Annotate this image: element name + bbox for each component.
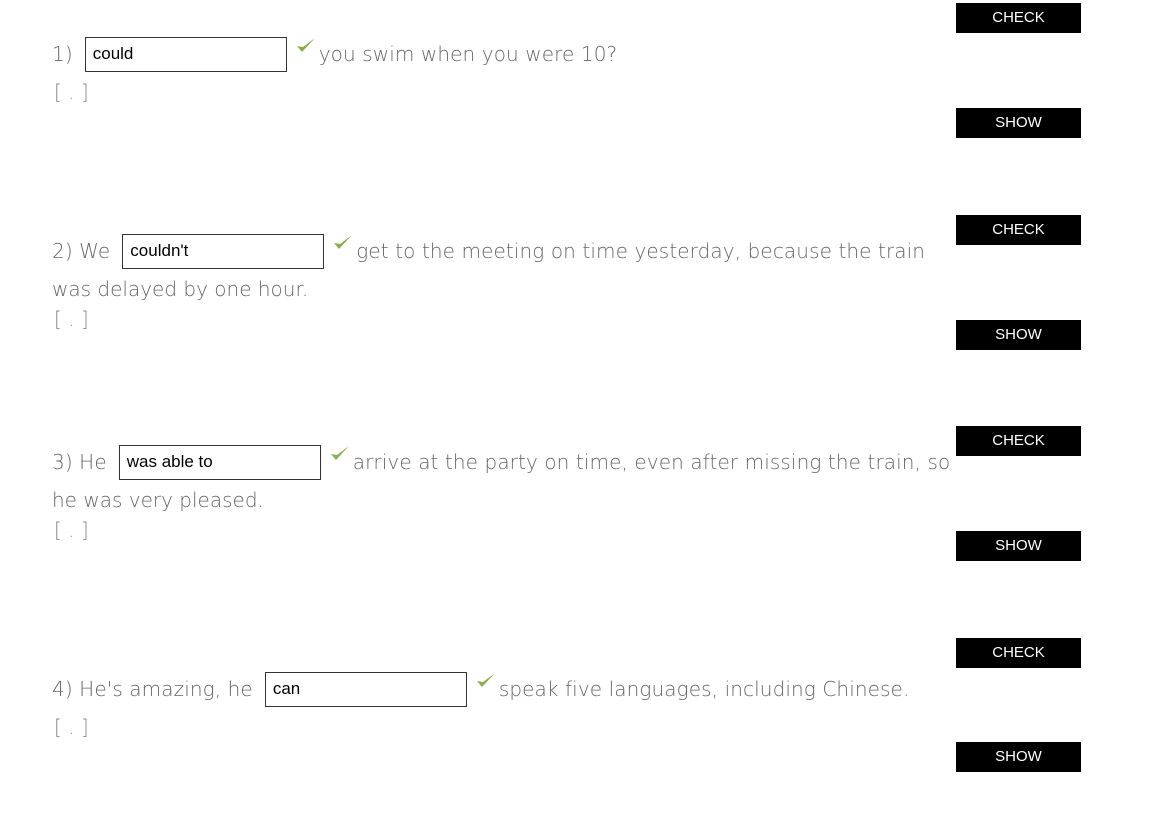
question-3-line: 3) He arrive at the party on time, even … — [52, 444, 950, 480]
correct-check-icon — [295, 35, 317, 57]
question-2-continuation: was delayed by one hour. — [52, 277, 309, 301]
question-1-suffix: you swim when you were 10? — [318, 42, 618, 66]
question-4-line: 4) He's amazing, he speak five languages… — [52, 671, 909, 707]
question-2-prefix: 2) We — [52, 239, 111, 263]
question-4-hint[interactable]: [ . ] — [54, 715, 89, 739]
question-2-show-button[interactable]: SHOW — [956, 320, 1081, 350]
question-2-line: 2) We get to the meeting on time yesterd… — [52, 233, 925, 269]
question-4-answer-input[interactable] — [264, 671, 467, 707]
question-3-hint[interactable]: [ . ] — [54, 518, 89, 542]
correct-check-icon — [332, 232, 354, 254]
question-1-show-button[interactable]: SHOW — [956, 108, 1081, 138]
correct-check-icon — [475, 670, 497, 692]
question-4-check-button[interactable]: CHECK — [956, 638, 1081, 668]
question-3-continuation: he was very pleased. — [52, 488, 264, 512]
question-1-prefix: 1) — [52, 42, 73, 66]
question-1-hint[interactable]: [ . ] — [54, 80, 89, 104]
question-2-suffix: get to the meeting on time yesterday, be… — [356, 239, 926, 263]
question-3-check-button[interactable]: CHECK — [956, 426, 1081, 456]
question-2-hint[interactable]: [ . ] — [54, 307, 89, 331]
correct-check-icon — [329, 443, 351, 465]
question-3-prefix: 3) He — [52, 450, 107, 474]
question-4-prefix: 4) He's amazing, he — [52, 677, 253, 701]
question-2-answer-input[interactable] — [122, 233, 325, 269]
question-1-check-button[interactable]: CHECK — [956, 3, 1081, 33]
question-3-answer-input[interactable] — [118, 444, 321, 480]
question-1-answer-input[interactable] — [84, 36, 287, 72]
question-1-line: 1) you swim when you were 10? — [52, 36, 617, 72]
question-3-suffix: arrive at the party on time, even after … — [352, 450, 951, 474]
question-4-suffix: speak five languages, including Chinese. — [498, 677, 910, 701]
question-2-check-button[interactable]: CHECK — [956, 215, 1081, 245]
question-4-show-button[interactable]: SHOW — [956, 742, 1081, 772]
question-3-show-button[interactable]: SHOW — [956, 531, 1081, 561]
